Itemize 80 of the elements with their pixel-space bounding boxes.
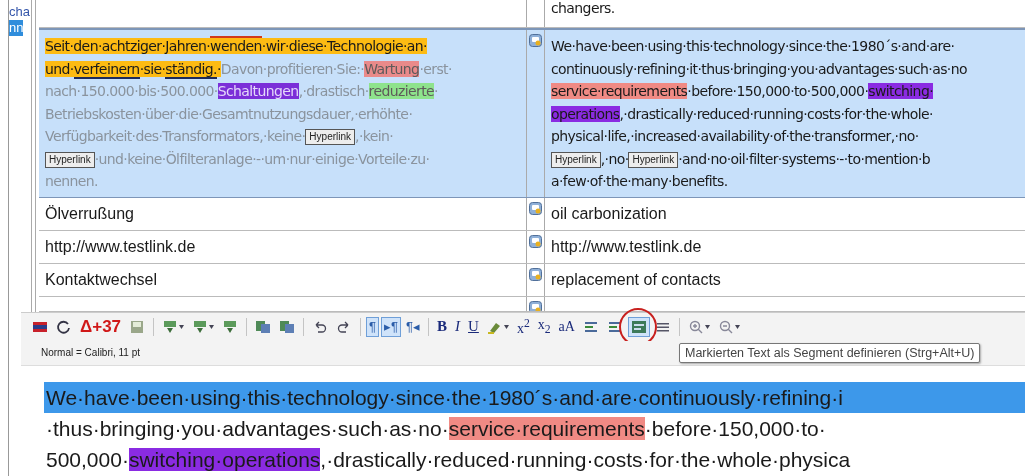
formatting-marks-button[interactable]: ¶◂ xyxy=(403,316,423,337)
copy-icon xyxy=(255,318,272,335)
segment-text: · xyxy=(216,60,221,77)
segment-text: verfeinern xyxy=(73,60,140,79)
refresh-icon xyxy=(56,318,72,335)
caret-icon xyxy=(734,324,740,329)
segment-text: Davon·profitieren·Sie:· xyxy=(220,60,365,77)
comment-icon[interactable] xyxy=(529,201,542,215)
gutter-text: nn xyxy=(9,20,24,36)
text-format-button[interactable]: x$_{2}$ xyxy=(534,316,554,337)
italic-button[interactable]: I xyxy=(452,316,464,337)
text-format-button[interactable]: x$^{2}$ xyxy=(513,316,533,337)
segment-text: nach·150.000·bis·500.000· xyxy=(45,83,218,99)
segment-text: replacement of contacts xyxy=(551,270,721,288)
segment-text: Verfügbarkeit·des·Transformators,·keine· xyxy=(45,128,306,144)
segment-text: wenden xyxy=(210,36,262,54)
segment-text: ·wir·diese·Technologie·an· xyxy=(261,38,427,54)
comment-icon[interactable] xyxy=(529,34,542,47)
caret-icon xyxy=(704,324,710,329)
segment-text: ·erst· xyxy=(419,60,452,77)
style-info: Normal = Calibri, 11 pt xyxy=(41,347,141,358)
caret-icon xyxy=(179,324,185,329)
segment-text: continuously·refining·it·thus·bringing·you·advantages·such·as·no xyxy=(551,60,967,77)
insert-icon xyxy=(222,318,239,335)
segment-text: ·before·150,000·to·500,000· xyxy=(687,83,869,99)
highlighted-text: operations xyxy=(551,105,620,122)
copy-icon xyxy=(279,318,296,335)
segment-text: ·before·150,000·to· xyxy=(644,416,826,440)
highlighted-text: service·requirements xyxy=(448,416,645,440)
segment-text: ·und·keine·Ölfilteranlage·-·um·nur·einige·Vorteile·zu· xyxy=(94,150,430,167)
highlighted-text: service·requirements xyxy=(551,83,688,99)
segment-text: ·and·no·oil·filter·systems·-·to·mention·b xyxy=(678,150,931,167)
segment-icon xyxy=(630,318,647,335)
hyperlink-tag: Hyperlink xyxy=(45,151,95,168)
insert-icon xyxy=(162,318,179,335)
gutter-text: cha xyxy=(9,4,30,20)
highlighted-text: switching· xyxy=(868,83,934,99)
segment-text: Betriebskosten·über·die·Gesamtnutzungsdauer,·erhöhte· xyxy=(45,105,413,122)
segment-text: nennen. xyxy=(45,173,98,189)
insert-icon xyxy=(192,318,209,335)
zoom-in-icon xyxy=(687,318,704,335)
segment-text: ,·kein· xyxy=(355,128,394,144)
highlighted-text: Schaltungen xyxy=(217,83,299,99)
segment-text: Ölverrußung xyxy=(45,204,134,222)
formatting-marks-button[interactable]: ▸¶ xyxy=(381,316,402,337)
segment-text: ·sie· xyxy=(139,60,166,77)
segment-text: physical·life,·increased·availability·of·the·transformer,·no· xyxy=(551,128,919,144)
hyperlink-tag: Hyperlink xyxy=(628,151,679,168)
comment-icon[interactable] xyxy=(529,267,542,281)
tooltip: Markierten Text als Segment definieren (Strg+Alt+U) xyxy=(679,342,981,363)
segment-text: Seit·den·achtziger·Jahren· xyxy=(45,38,211,54)
segment-text: · xyxy=(434,83,438,99)
hyperlink-tag: Hyperlink xyxy=(305,129,356,145)
highlighted-text: Wartung xyxy=(364,60,420,77)
segment-text: http://www.testlink.de xyxy=(551,237,702,255)
underline-button[interactable]: U xyxy=(465,316,482,337)
caret-icon xyxy=(209,324,215,329)
text-format-button[interactable]: aA xyxy=(555,316,578,337)
comment-icon[interactable] xyxy=(529,234,542,248)
segment-text: changers. xyxy=(551,0,615,16)
segment-text: Kontaktwechsel xyxy=(45,270,158,288)
segment-text: ,·drastisch· xyxy=(298,83,369,99)
hyperlink-tag: Hyperlink xyxy=(551,151,601,168)
segment-text: und· xyxy=(45,60,74,77)
caret-icon xyxy=(503,324,509,329)
segment-text: We·have·been·using·this·technology·since·the·1980´s·and·are· xyxy=(551,38,955,54)
segment-text: ·thus·bringing·you·advantages·such·as·no· xyxy=(46,416,449,440)
formatting-marks-button[interactable]: ¶ xyxy=(366,316,380,337)
change-counter[interactable]: Δ+37 xyxy=(77,316,125,337)
segment-text: a·few·of·the·many·benefits. xyxy=(551,173,728,189)
segment-text: 500,000· xyxy=(46,447,129,471)
segment-text: ,·no· xyxy=(600,150,629,167)
segment-text: ständig. xyxy=(165,60,217,79)
segment-text: http://www.testlink.de xyxy=(45,237,196,255)
segment-text: ,·drastically·reduced·running·costs·for·the·whole·physica xyxy=(320,447,851,471)
segment-text: oil carbonization xyxy=(551,204,667,222)
segment-text: We·have·been·using·this·technology·since·the·1980´s·and·are·continuously·refining·i xyxy=(46,385,843,409)
highlighted-text: switching·operations xyxy=(128,447,321,471)
zoom-out-icon xyxy=(717,318,734,335)
bold-button[interactable]: B xyxy=(434,316,451,337)
